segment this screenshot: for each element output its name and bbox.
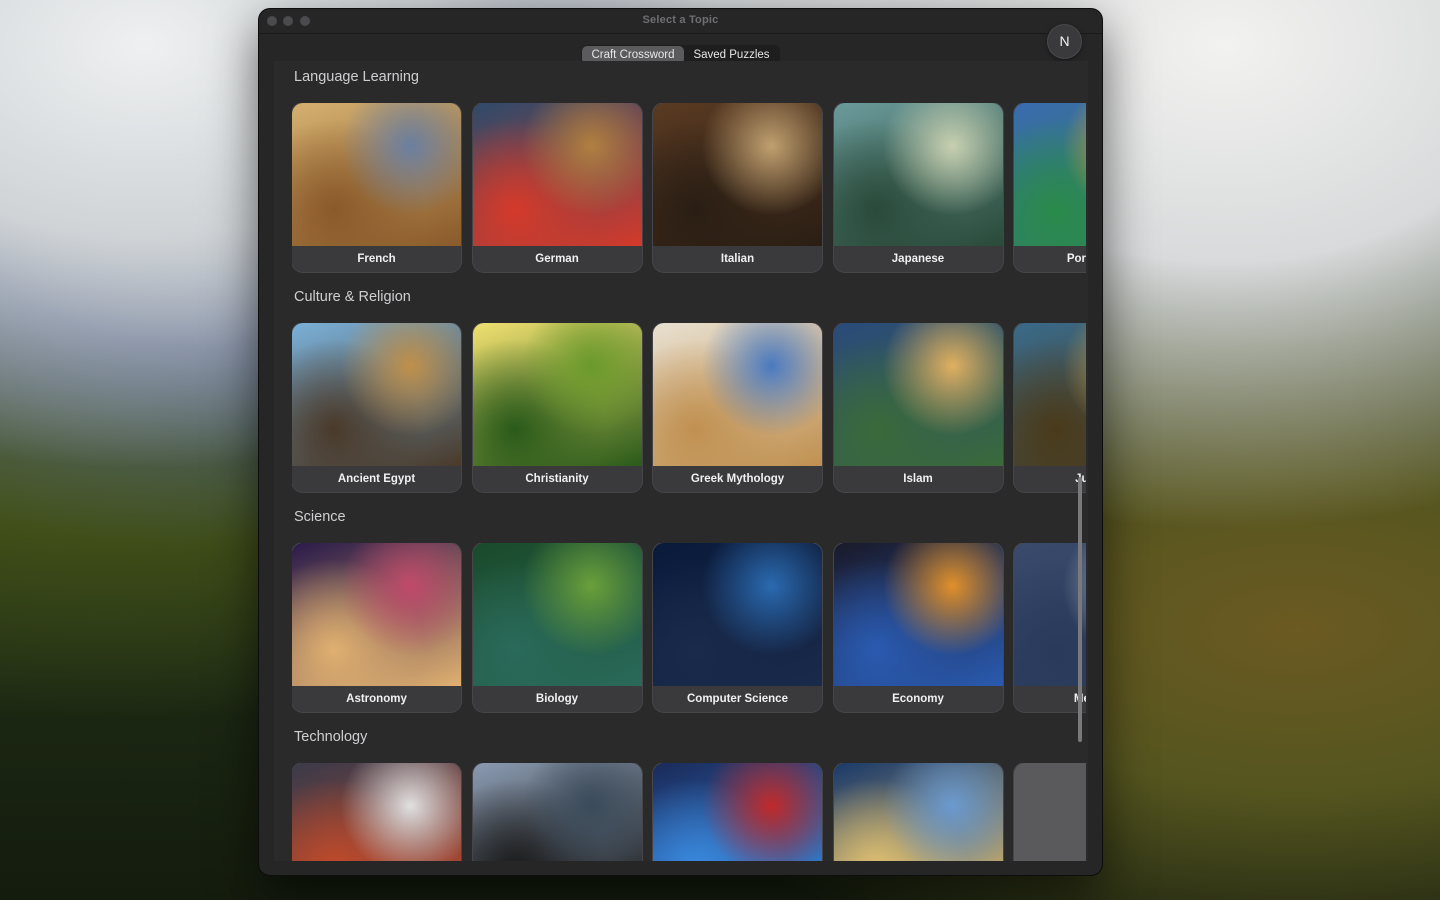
- topic-card[interactable]: Astronomy: [292, 543, 461, 712]
- topic-card[interactable]: Portuguese: [1014, 103, 1086, 272]
- topic-card[interactable]: [292, 763, 461, 861]
- vertical-scrollbar[interactable]: [1078, 477, 1082, 742]
- topic-card[interactable]: Judaism: [1014, 323, 1086, 492]
- topic-card[interactable]: Japanese: [833, 103, 1003, 272]
- topic-section: Culture & Religion Ancient Egypt Christian…: [274, 281, 1088, 501]
- topic-image: [833, 103, 1003, 246]
- topic-label: Economy: [833, 686, 1003, 712]
- topic-image: [292, 763, 461, 861]
- topic-card[interactable]: Biology: [472, 543, 642, 712]
- topic-label: Greek Mythology: [653, 466, 822, 492]
- topic-image: [472, 763, 642, 861]
- topic-card[interactable]: Economy: [833, 543, 1003, 712]
- topic-image: [1014, 103, 1086, 246]
- user-avatar[interactable]: N: [1048, 25, 1081, 58]
- topic-image: [472, 323, 642, 466]
- topic-image: [653, 103, 822, 246]
- topic-card-row: Astronomy Biology Computer Science Economy M…: [292, 543, 1086, 713]
- topic-section: Science Astronomy Biology Computer Science E…: [274, 501, 1088, 721]
- topic-label: Astronomy: [292, 686, 461, 712]
- topic-label: Biology: [472, 686, 642, 712]
- topic-image: [292, 103, 461, 246]
- topic-image: [833, 763, 1003, 861]
- topic-card-row: Ancient Egypt Christianity Greek Mythology…: [292, 323, 1086, 493]
- topic-card[interactable]: Ancient Egypt: [292, 323, 461, 492]
- section-title: Science: [294, 509, 346, 525]
- topic-card[interactable]: [472, 763, 642, 861]
- topic-image: [833, 323, 1003, 466]
- topic-image: [653, 543, 822, 686]
- topic-card[interactable]: French: [292, 103, 461, 272]
- topic-section: Technology: [274, 721, 1088, 861]
- topic-label: Medicine: [1014, 686, 1086, 712]
- topic-image: [472, 103, 642, 246]
- topic-image: [1014, 543, 1086, 686]
- topic-image: [1014, 763, 1086, 861]
- topic-card[interactable]: [653, 763, 822, 861]
- topic-card[interactable]: [833, 763, 1003, 861]
- topic-label: Computer Science: [653, 686, 822, 712]
- topic-label: Christianity: [472, 466, 642, 492]
- topic-image: [472, 543, 642, 686]
- topic-window: Select a Topic Craft Crossword Saved Puz…: [259, 9, 1102, 875]
- section-title: Technology: [294, 729, 368, 745]
- topic-card[interactable]: Christianity: [472, 323, 642, 492]
- topic-label: Ancient Egypt: [292, 466, 461, 492]
- topic-card[interactable]: Computer Science: [653, 543, 822, 712]
- topic-card[interactable]: [1014, 763, 1086, 861]
- topic-image: [292, 543, 461, 686]
- section-title: Culture & Religion: [294, 289, 411, 305]
- title-bar[interactable]: Select a Topic: [259, 9, 1102, 32]
- topic-section: Language Learning French German Italian Japa…: [274, 61, 1088, 281]
- window-title: Select a Topic: [642, 14, 719, 26]
- topic-card-row: French German Italian Japanese Portuguese: [292, 103, 1086, 273]
- topic-card-row: [292, 763, 1086, 861]
- topic-image: [653, 763, 822, 861]
- topic-label: German: [472, 246, 642, 272]
- topic-card[interactable]: German: [472, 103, 642, 272]
- topic-card[interactable]: Greek Mythology: [653, 323, 822, 492]
- topic-card[interactable]: Italian: [653, 103, 822, 272]
- topic-label: Islam: [833, 466, 1003, 492]
- topic-label: Italian: [653, 246, 822, 272]
- topic-card[interactable]: Islam: [833, 323, 1003, 492]
- topics-scroll-area[interactable]: Language Learning French German Italian Japa…: [274, 61, 1088, 861]
- topic-label: Japanese: [833, 246, 1003, 272]
- topic-label: Portuguese: [1014, 246, 1086, 272]
- topic-label: Judaism: [1014, 466, 1086, 492]
- topic-image: [292, 323, 461, 466]
- section-title: Language Learning: [294, 69, 419, 85]
- topic-image: [1014, 323, 1086, 466]
- title-divider: [259, 33, 1102, 34]
- topic-image: [833, 543, 1003, 686]
- topic-label: French: [292, 246, 461, 272]
- topic-card[interactable]: Medicine: [1014, 543, 1086, 712]
- topic-image: [653, 323, 822, 466]
